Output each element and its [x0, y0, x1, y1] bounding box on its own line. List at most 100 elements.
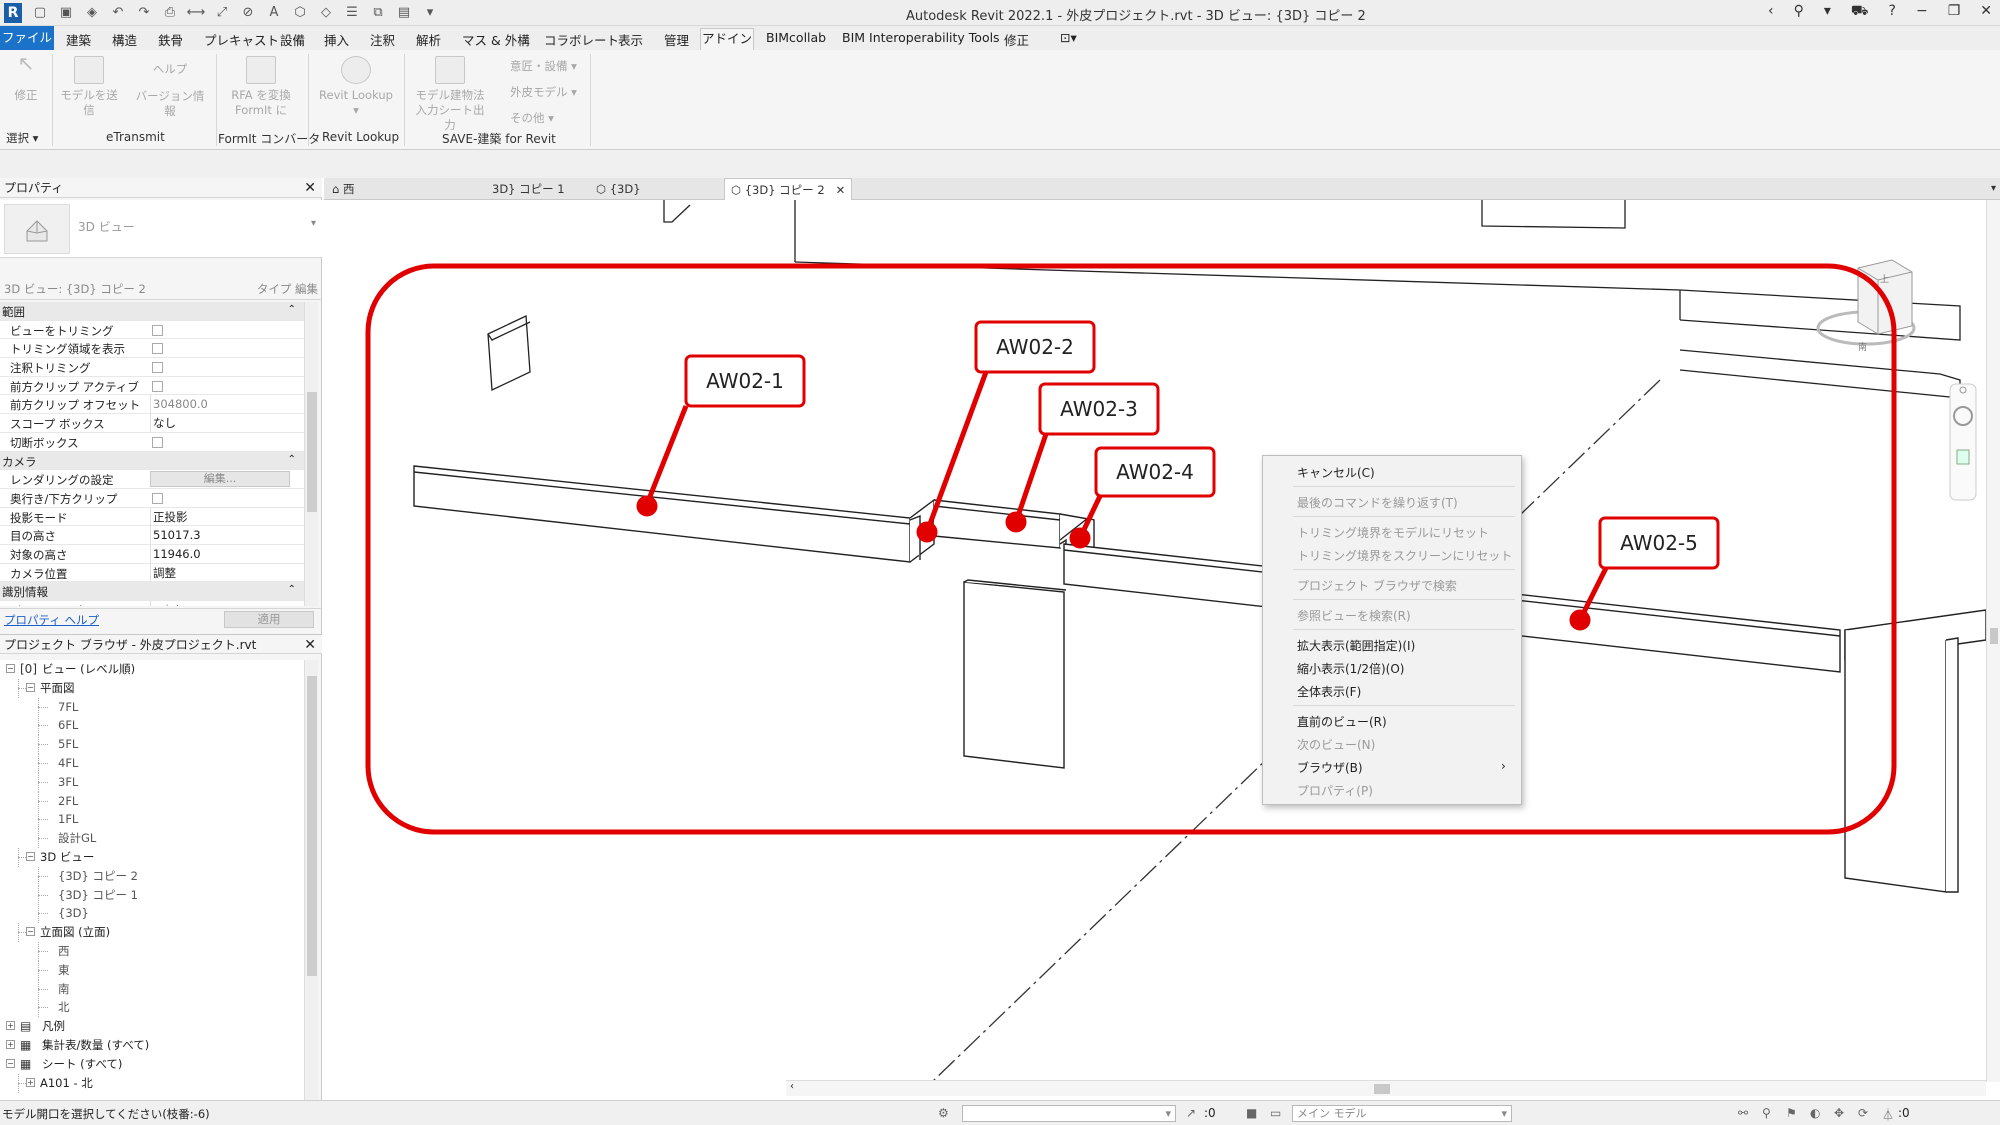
- property-checkbox[interactable]: [152, 380, 163, 392]
- modify-button[interactable]: ↖ 修正: [6, 53, 46, 103]
- close-properties-icon[interactable]: ✕: [304, 178, 316, 198]
- revit-lookup-button[interactable]: Revit Lookup ▾: [316, 56, 396, 118]
- tab-precast[interactable]: プレキャスト: [204, 30, 279, 49]
- collapse-icon[interactable]: ⌃: [288, 584, 296, 595]
- browser-item[interactable]: − 平面図: [0, 678, 304, 698]
- navigation-bar[interactable]: [1949, 383, 1977, 501]
- property-checkbox[interactable]: [152, 343, 163, 355]
- design-options-icon-2[interactable]: ▭: [1270, 1106, 1281, 1120]
- send-model-button[interactable]: モデルを送信: [56, 56, 122, 118]
- model-building-button[interactable]: モデル建物法 入力シート出力: [410, 56, 490, 133]
- collapse-icon[interactable]: −: [26, 927, 35, 937]
- default-3d-icon[interactable]: ⬡: [290, 4, 310, 22]
- property-value[interactable]: 11946.0: [150, 544, 290, 563]
- tab-bimcollab[interactable]: BIMcollab: [766, 30, 826, 45]
- other-dropdown[interactable]: その他 ▾: [510, 110, 554, 126]
- expand-icon[interactable]: +: [26, 1077, 35, 1087]
- tab-3d-copy-2[interactable]: ⬡ {3D} コピー 2 ✕: [724, 178, 853, 200]
- browser-item[interactable]: 設計GL: [0, 829, 304, 849]
- browser-item[interactable]: − 立面図 (立面): [0, 923, 304, 943]
- design-options-icon[interactable]: ■: [1246, 1106, 1257, 1120]
- edit-button[interactable]: 編集...: [150, 471, 290, 488]
- close-hidden-icon[interactable]: ⧉: [368, 4, 388, 22]
- close-tab-icon[interactable]: ✕: [836, 183, 846, 197]
- browser-scrollbar[interactable]: [304, 660, 318, 1100]
- collapse-icon[interactable]: −: [26, 851, 35, 861]
- context-menu-item[interactable]: プロジェクト ブラウザで検索: [1297, 577, 1457, 594]
- context-menu-item[interactable]: トリミング境界をスクリーンにリセット: [1297, 547, 1512, 564]
- context-menu-item[interactable]: 参照ビューを検索(R): [1297, 607, 1411, 624]
- property-value[interactable]: 304800.0: [150, 395, 290, 414]
- browser-item[interactable]: 3FL: [0, 772, 304, 792]
- property-checkbox[interactable]: [152, 362, 163, 374]
- select-by-face-icon[interactable]: ◐: [1810, 1106, 1820, 1120]
- customize-qat-icon[interactable]: ▾: [420, 4, 440, 22]
- select-dropdown[interactable]: 選択 ▾: [6, 130, 38, 146]
- scroll-left-icon[interactable]: ‹: [790, 1081, 794, 1092]
- property-group[interactable]: 範囲 ⌃: [0, 302, 304, 321]
- select-pinned-icon[interactable]: ⚑: [1786, 1106, 1797, 1120]
- browser-item[interactable]: {3D} コピー 1: [0, 885, 304, 905]
- property-value[interactable]: 調整: [150, 563, 290, 582]
- zoom-icon[interactable]: [1956, 449, 1970, 465]
- context-menu-item[interactable]: 縮小表示(1/2倍)(O): [1297, 660, 1405, 677]
- browser-item[interactable]: − ▦ シート (すべて): [0, 1055, 304, 1074]
- browser-item[interactable]: {3D}: [0, 904, 304, 924]
- context-menu-item[interactable]: 次のビュー(N): [1297, 736, 1375, 753]
- browser-item[interactable]: + ▤ 凡例: [0, 1017, 304, 1036]
- minimize-icon[interactable]: −: [1916, 3, 1928, 21]
- tab-structure[interactable]: 構造: [112, 30, 137, 49]
- browser-item[interactable]: 7FL: [0, 697, 304, 717]
- 3d-view-canvas[interactable]: 上 南 AW02-1 AW02-2 AW02-3 AW02-4 AW02-5: [324, 200, 1986, 1082]
- design-setting-dropdown[interactable]: 意匠・設備 ▾: [510, 58, 577, 74]
- apply-button[interactable]: 適用: [224, 611, 314, 628]
- open-icon[interactable]: ▢: [30, 4, 50, 22]
- close-icon[interactable]: ✕: [1980, 3, 1992, 21]
- property-group[interactable]: 識別情報 ⌃: [0, 582, 304, 601]
- context-menu-item[interactable]: キャンセル(C): [1297, 464, 1375, 481]
- browser-item[interactable]: 5FL: [0, 735, 304, 755]
- type-selector[interactable]: 3D ビュー ▾: [0, 200, 322, 258]
- expand-icon[interactable]: +: [6, 1039, 15, 1049]
- print-icon[interactable]: ⎙: [160, 4, 180, 22]
- thin-lines-icon[interactable]: ☰: [342, 4, 362, 22]
- scroll-thumb[interactable]: [1374, 1084, 1390, 1094]
- browser-item[interactable]: 西: [0, 941, 304, 961]
- help-icon[interactable]: ?: [1889, 3, 1896, 21]
- tab-systems[interactable]: 設備: [280, 30, 305, 49]
- select-underlay-icon[interactable]: ⚲: [1762, 1106, 1771, 1120]
- scroll-thumb[interactable]: [307, 392, 317, 512]
- drag-elements-icon[interactable]: ✥: [1834, 1106, 1844, 1120]
- close-browser-icon[interactable]: ✕: [304, 635, 316, 655]
- context-menu-item[interactable]: 直前のビュー(R): [1297, 713, 1387, 730]
- tab-3d-copy-1[interactable]: 3D} コピー 1: [492, 178, 565, 200]
- type-dropdown-icon[interactable]: ▾: [311, 218, 316, 229]
- collapse-icon[interactable]: ⌃: [288, 454, 296, 465]
- design-options-combo[interactable]: メイン モデル ▾: [1292, 1105, 1512, 1122]
- background-process-icon[interactable]: ⟳: [1858, 1106, 1868, 1120]
- redo-icon[interactable]: ↷: [134, 4, 154, 22]
- browser-item[interactable]: 2FL: [0, 791, 304, 811]
- version-info-button[interactable]: ヘルプ バージョン情報: [130, 56, 210, 119]
- tab-bim-interoperability[interactable]: BIM Interoperability Tools: [842, 30, 1000, 45]
- browser-item[interactable]: 南: [0, 979, 304, 999]
- binoculars-icon[interactable]: ⚲: [1794, 3, 1804, 21]
- ribbon-minimize-icon[interactable]: ⊡▾: [1060, 30, 1077, 45]
- tab-collaborate[interactable]: コラボレート: [544, 30, 619, 49]
- collapse-icon[interactable]: −: [26, 682, 35, 692]
- browser-item[interactable]: −3D ビュー: [0, 847, 304, 867]
- collapse-icon[interactable]: −: [6, 664, 15, 673]
- tab-west[interactable]: ⌂ 西: [332, 178, 354, 200]
- canvas-horizontal-scrollbar[interactable]: ‹: [786, 1080, 1986, 1096]
- tab-3d[interactable]: ⬡ {3D}: [596, 178, 641, 200]
- scroll-thumb[interactable]: [307, 676, 317, 976]
- collapse-icon[interactable]: −: [6, 1058, 15, 1068]
- context-menu-item[interactable]: トリミング境界をモデルにリセット: [1297, 524, 1489, 541]
- browser-item[interactable]: 6FL: [0, 716, 304, 736]
- chevron-down-icon[interactable]: ▾: [1824, 3, 1831, 21]
- collapse-icon[interactable]: ⌃: [288, 304, 296, 315]
- undo-icon[interactable]: ↶: [108, 4, 128, 22]
- tab-analyze[interactable]: 解析: [416, 30, 441, 49]
- browser-item[interactable]: − [0] ビュー (レベル順): [0, 660, 304, 679]
- canvas-vertical-scrollbar[interactable]: [1986, 200, 2000, 1082]
